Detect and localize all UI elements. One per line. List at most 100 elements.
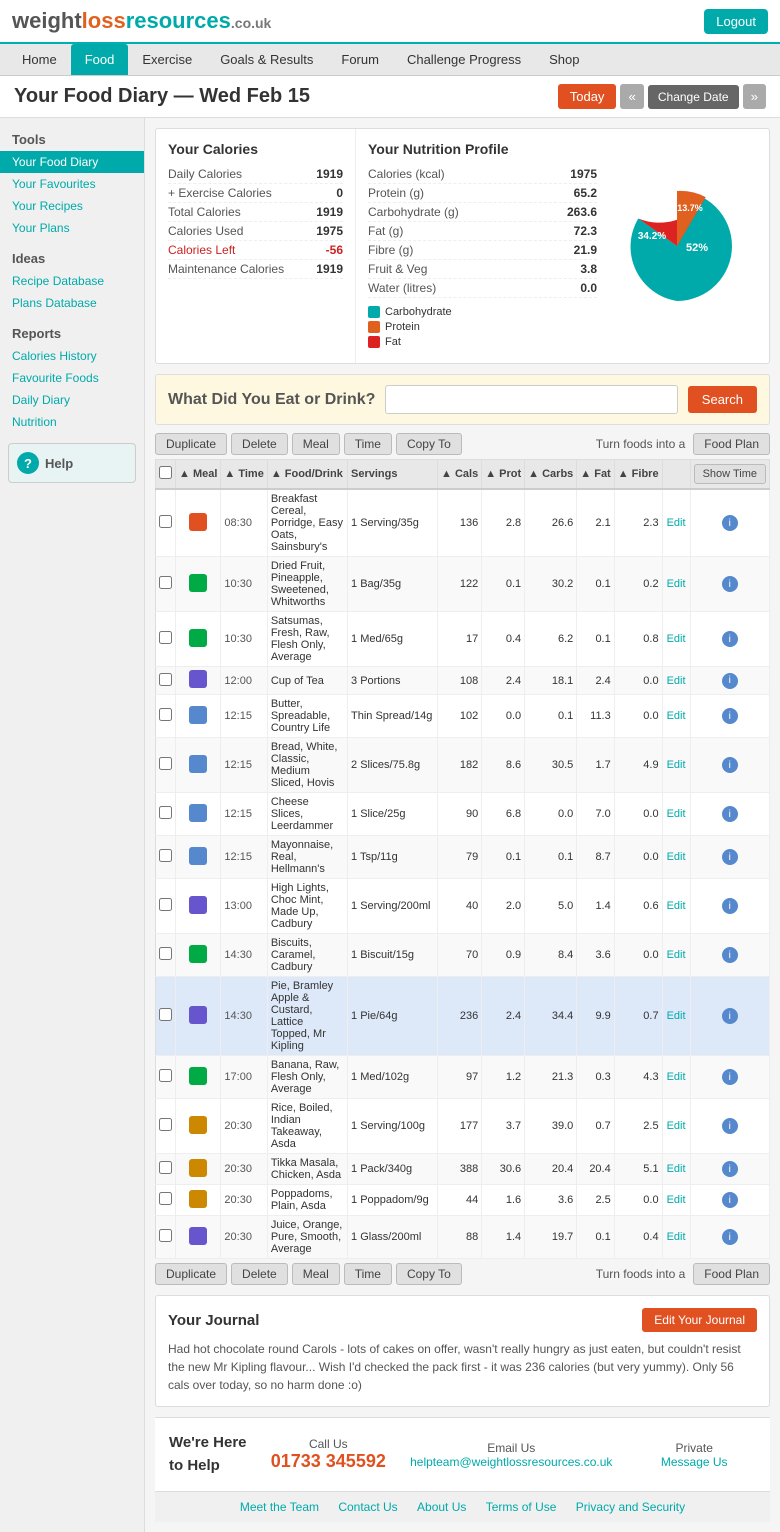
info-button[interactable]: i xyxy=(722,576,738,592)
edit-link[interactable]: Edit xyxy=(667,851,686,863)
row-info-cell[interactable]: i xyxy=(690,793,769,836)
info-button[interactable]: i xyxy=(722,673,738,689)
help-box[interactable]: ? Help xyxy=(8,443,136,483)
search-input[interactable] xyxy=(385,385,677,414)
sidebar-item-favourite-foods[interactable]: Favourite Foods xyxy=(0,367,144,389)
row-edit-cell[interactable]: Edit xyxy=(662,793,690,836)
delete-button[interactable]: Delete xyxy=(231,433,288,455)
th-meal[interactable]: ▲ Meal xyxy=(176,460,221,490)
edit-link[interactable]: Edit xyxy=(667,1120,686,1132)
row-edit-cell[interactable]: Edit xyxy=(662,695,690,738)
copy-to-button[interactable]: Copy To xyxy=(396,433,462,455)
duplicate-button-bottom[interactable]: Duplicate xyxy=(155,1263,227,1285)
row-edit-cell[interactable]: Edit xyxy=(662,1216,690,1259)
link-meet-team[interactable]: Meet the Team xyxy=(240,1500,319,1514)
sidebar-item-food-diary[interactable]: Your Food Diary xyxy=(0,151,144,173)
info-button[interactable]: i xyxy=(722,515,738,531)
row-edit-cell[interactable]: Edit xyxy=(662,879,690,934)
row-checkbox[interactable] xyxy=(159,898,172,911)
row-checkbox[interactable] xyxy=(159,708,172,721)
sidebar-item-favourites[interactable]: Your Favourites xyxy=(0,173,144,195)
meal-button[interactable]: Meal xyxy=(292,433,340,455)
info-button[interactable]: i xyxy=(722,708,738,724)
search-button[interactable]: Search xyxy=(688,386,757,413)
row-info-cell[interactable]: i xyxy=(690,489,769,557)
nav-food[interactable]: Food xyxy=(71,44,129,75)
row-checkbox-cell[interactable] xyxy=(156,738,176,793)
th-cals[interactable]: ▲ Cals xyxy=(438,460,482,490)
duplicate-button[interactable]: Duplicate xyxy=(155,433,227,455)
nav-challenge[interactable]: Challenge Progress xyxy=(393,44,535,75)
prev-date-button[interactable]: « xyxy=(620,84,643,109)
row-info-cell[interactable]: i xyxy=(690,695,769,738)
food-plan-button[interactable]: Food Plan xyxy=(693,433,770,455)
row-checkbox[interactable] xyxy=(159,1069,172,1082)
row-edit-cell[interactable]: Edit xyxy=(662,977,690,1056)
row-info-cell[interactable]: i xyxy=(690,738,769,793)
edit-link[interactable]: Edit xyxy=(667,1163,686,1175)
edit-link[interactable]: Edit xyxy=(667,675,686,687)
row-info-cell[interactable]: i xyxy=(690,1185,769,1216)
row-checkbox[interactable] xyxy=(159,673,172,686)
link-privacy[interactable]: Privacy and Security xyxy=(576,1500,685,1514)
info-button[interactable]: i xyxy=(722,1229,738,1245)
nav-goals[interactable]: Goals & Results xyxy=(206,44,327,75)
row-checkbox-cell[interactable] xyxy=(156,1099,176,1154)
sidebar-item-calories-history[interactable]: Calories History xyxy=(0,345,144,367)
food-plan-button-bottom[interactable]: Food Plan xyxy=(693,1263,770,1285)
row-edit-cell[interactable]: Edit xyxy=(662,934,690,977)
edit-link[interactable]: Edit xyxy=(667,1010,686,1022)
info-button[interactable]: i xyxy=(722,1008,738,1024)
row-info-cell[interactable]: i xyxy=(690,1056,769,1099)
row-checkbox-cell[interactable] xyxy=(156,1185,176,1216)
row-checkbox-cell[interactable] xyxy=(156,489,176,557)
edit-link[interactable]: Edit xyxy=(667,1231,686,1243)
row-info-cell[interactable]: i xyxy=(690,557,769,612)
edit-link[interactable]: Edit xyxy=(667,633,686,645)
row-info-cell[interactable]: i xyxy=(690,836,769,879)
link-contact-us[interactable]: Contact Us xyxy=(338,1500,397,1514)
edit-link[interactable]: Edit xyxy=(667,900,686,912)
row-checkbox-cell[interactable] xyxy=(156,1216,176,1259)
info-button[interactable]: i xyxy=(722,1069,738,1085)
info-button[interactable]: i xyxy=(722,947,738,963)
info-button[interactable]: i xyxy=(722,849,738,865)
th-prot[interactable]: ▲ Prot xyxy=(482,460,525,490)
row-checkbox[interactable] xyxy=(159,1161,172,1174)
row-checkbox[interactable] xyxy=(159,1118,172,1131)
edit-link[interactable]: Edit xyxy=(667,710,686,722)
sidebar-item-recipes[interactable]: Your Recipes xyxy=(0,195,144,217)
edit-link[interactable]: Edit xyxy=(667,1071,686,1083)
sidebar-item-plans-db[interactable]: Plans Database xyxy=(0,292,144,314)
row-edit-cell[interactable]: Edit xyxy=(662,1154,690,1185)
row-edit-cell[interactable]: Edit xyxy=(662,1056,690,1099)
sidebar-item-plans[interactable]: Your Plans xyxy=(0,217,144,239)
row-info-cell[interactable]: i xyxy=(690,1099,769,1154)
row-checkbox[interactable] xyxy=(159,1008,172,1021)
row-checkbox-cell[interactable] xyxy=(156,612,176,667)
row-checkbox-cell[interactable] xyxy=(156,934,176,977)
delete-button-bottom[interactable]: Delete xyxy=(231,1263,288,1285)
row-edit-cell[interactable]: Edit xyxy=(662,612,690,667)
th-carbs[interactable]: ▲ Carbs xyxy=(525,460,577,490)
row-info-cell[interactable]: i xyxy=(690,612,769,667)
edit-link[interactable]: Edit xyxy=(667,759,686,771)
sidebar-item-nutrition[interactable]: Nutrition xyxy=(0,411,144,433)
row-checkbox-cell[interactable] xyxy=(156,879,176,934)
nav-shop[interactable]: Shop xyxy=(535,44,593,75)
info-button[interactable]: i xyxy=(722,1118,738,1134)
th-show-time[interactable]: Show Time xyxy=(690,460,769,490)
time-button-bottom[interactable]: Time xyxy=(344,1263,392,1285)
row-checkbox[interactable] xyxy=(159,1192,172,1205)
info-button[interactable]: i xyxy=(722,1161,738,1177)
row-checkbox-cell[interactable] xyxy=(156,695,176,738)
row-checkbox[interactable] xyxy=(159,849,172,862)
link-about-us[interactable]: About Us xyxy=(417,1500,466,1514)
row-checkbox[interactable] xyxy=(159,806,172,819)
row-checkbox-cell[interactable] xyxy=(156,793,176,836)
info-button[interactable]: i xyxy=(722,757,738,773)
nav-exercise[interactable]: Exercise xyxy=(128,44,206,75)
row-edit-cell[interactable]: Edit xyxy=(662,557,690,612)
edit-journal-button[interactable]: Edit Your Journal xyxy=(642,1308,757,1332)
row-edit-cell[interactable]: Edit xyxy=(662,489,690,557)
